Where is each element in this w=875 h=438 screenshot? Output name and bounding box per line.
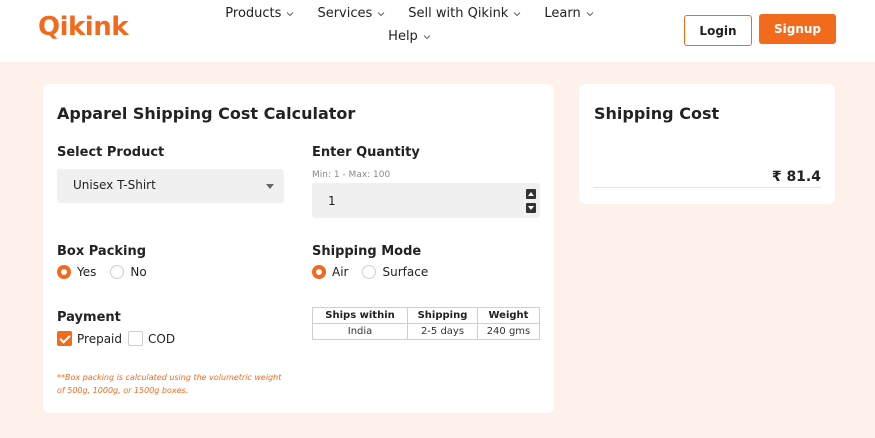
radio-no-label: No xyxy=(130,265,147,279)
chevron-down-icon xyxy=(423,34,431,39)
chevron-down-icon xyxy=(287,11,294,16)
table-row: India 2-5 days 240 gms xyxy=(311,323,541,340)
product-select-value: Unisex T-Shirt xyxy=(73,178,156,192)
box-packing-options: Yes No xyxy=(57,265,161,279)
nav-services[interactable]: Services xyxy=(317,6,386,21)
top-header: Qikink Products Services Sell with Qikin… xyxy=(0,0,875,62)
spin-up-icon[interactable] xyxy=(526,189,536,199)
radio-box-packing-no[interactable] xyxy=(110,265,125,279)
shipping-cost-card: Shipping Cost ₹ 81.4 xyxy=(579,84,835,204)
quantity-hint: Min: 1 - Max: 100 xyxy=(312,170,391,180)
payment-label: Payment xyxy=(57,310,121,325)
payment-options: Prepaid COD xyxy=(57,331,189,346)
nav-help-label: Help xyxy=(388,29,418,44)
radio-box-packing-yes[interactable] xyxy=(57,265,71,279)
chevron-down-icon xyxy=(377,11,385,16)
table-cell: 2-5 days xyxy=(407,323,478,340)
enter-quantity-label: Enter Quantity xyxy=(312,145,420,160)
shipping-cost-title: Shipping Cost xyxy=(594,104,720,123)
box-packing-label: Box Packing xyxy=(57,244,147,259)
qikink-logo[interactable]: Qikink xyxy=(38,12,129,42)
table-header: Ships within xyxy=(311,307,409,324)
radio-shipping-surface[interactable] xyxy=(362,265,377,279)
nav-help[interactable]: Help xyxy=(388,29,432,44)
box-packing-note: **Box packing is calculated using the vo… xyxy=(57,373,282,395)
table-header: Weight xyxy=(476,307,541,324)
radio-air-label: Air xyxy=(332,265,349,279)
radio-surface-label: Surface xyxy=(382,265,429,279)
nav-sell-with-qikink[interactable]: Sell with Qikink xyxy=(408,6,522,21)
radio-shipping-air[interactable] xyxy=(312,265,326,279)
shipping-mode-label: Shipping Mode xyxy=(312,244,422,259)
signup-button[interactable]: Signup xyxy=(759,14,836,44)
nav-products-label: Products xyxy=(225,6,282,21)
calculator-title: Apparel Shipping Cost Calculator xyxy=(57,104,356,123)
checkbox-prepaid-label: Prepaid xyxy=(77,331,122,346)
table-cell: India xyxy=(311,323,409,340)
nav-services-label: Services xyxy=(317,6,373,21)
shipping-mode-options: Air Surface xyxy=(312,265,442,279)
shipping-info-table: Ships within Shipping Weight India 2-5 d… xyxy=(311,307,541,340)
shipping-cost-value: ₹ 81.4 xyxy=(771,169,821,185)
spin-down-icon[interactable] xyxy=(526,203,536,213)
main-nav: Products Services Sell with Qikink Learn… xyxy=(205,6,615,44)
quantity-value: 1 xyxy=(328,194,336,208)
checkbox-prepaid[interactable] xyxy=(57,331,72,346)
chevron-down-icon xyxy=(586,11,594,16)
product-select[interactable]: Unisex T-Shirt xyxy=(57,169,284,203)
table-cell: 240 gms xyxy=(476,323,541,340)
select-product-label: Select Product xyxy=(57,145,165,160)
chevron-down-icon xyxy=(513,11,521,16)
nav-learn-label: Learn xyxy=(544,6,581,21)
login-button[interactable]: Login xyxy=(684,15,752,46)
nav-sell-label: Sell with Qikink xyxy=(408,6,509,21)
quantity-input[interactable]: 1 xyxy=(312,183,540,218)
checkbox-cod[interactable] xyxy=(128,331,143,346)
nav-products[interactable]: Products xyxy=(225,6,295,21)
nav-learn[interactable]: Learn xyxy=(544,6,594,21)
calculator-card: Apparel Shipping Cost Calculator Select … xyxy=(43,84,554,413)
caret-down-icon xyxy=(266,184,274,189)
checkbox-cod-label: COD xyxy=(148,331,176,346)
divider xyxy=(593,187,821,188)
table-header-row: Ships within Shipping Weight xyxy=(311,307,541,324)
radio-yes-label: Yes xyxy=(77,265,97,279)
table-header: Shipping xyxy=(407,307,478,324)
